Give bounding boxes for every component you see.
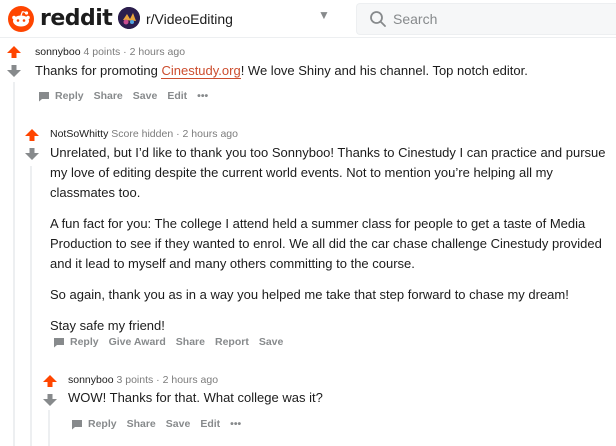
comment-body: Unrelated, but I’d like to thank you too… <box>50 143 610 347</box>
chevron-down-icon: ▼ <box>318 8 330 22</box>
search-input[interactable] <box>393 4 603 34</box>
comment-actions: Reply Share Save Edit ••• <box>71 418 251 430</box>
top-bar: reddit r/VideoEditing ▼ <box>0 0 616 38</box>
comment-body: Thanks for promoting Cinestudy.org! We l… <box>35 61 605 92</box>
meta-separator: · <box>176 128 180 140</box>
comment-meta: sonnyboo 4 points · 2 hours ago <box>35 46 185 58</box>
save-button[interactable]: Save <box>166 418 191 430</box>
reply-label: Reply <box>88 418 117 430</box>
search-bar <box>356 3 616 35</box>
comment-actions: Reply Give Award Share Report Save <box>53 336 293 348</box>
comment-author[interactable]: sonnyboo <box>35 46 81 58</box>
chat-bubble-icon <box>54 337 64 347</box>
reddit-logo-icon[interactable] <box>8 6 34 32</box>
comment-paragraph: Unrelated, but I’d like to thank you too… <box>50 145 606 200</box>
comment-text: WOW! Thanks for that. What college was i… <box>68 390 323 405</box>
reply-button[interactable]: Reply <box>53 336 99 348</box>
reddit-wordmark[interactable]: reddit <box>40 6 113 31</box>
thread-line[interactable] <box>30 166 32 446</box>
comment-score: 3 points <box>116 374 154 386</box>
subreddit-avatar <box>118 7 140 29</box>
more-options-button[interactable]: ••• <box>230 418 241 430</box>
meta-separator: · <box>156 374 160 386</box>
reply-label: Reply <box>70 336 99 348</box>
share-button[interactable]: Share <box>176 336 205 348</box>
comment-actions: Reply Share Save Edit ••• <box>38 90 218 102</box>
comment-paragraph: So again, thank you as in a way you help… <box>50 287 569 302</box>
subreddit-name: r/VideoEditing <box>146 11 233 27</box>
search-icon <box>370 11 386 27</box>
upvote-icon[interactable] <box>6 45 22 59</box>
edit-button[interactable]: Edit <box>167 90 187 102</box>
comment-time[interactable]: 2 hours ago <box>163 374 218 386</box>
comment-paragraph: A fun fact for you: The college I attend… <box>50 216 602 271</box>
edit-button[interactable]: Edit <box>200 418 220 430</box>
upvote-icon[interactable] <box>24 128 40 142</box>
give-award-button[interactable]: Give Award <box>109 336 166 348</box>
upvote-icon[interactable] <box>42 374 58 388</box>
chat-bubble-icon <box>39 91 49 101</box>
downvote-icon[interactable] <box>24 147 40 161</box>
downvote-icon[interactable] <box>42 393 58 407</box>
comment-text: ! We love Shiny and his channel. Top not… <box>240 63 528 78</box>
comment-author[interactable]: sonnyboo <box>68 374 114 386</box>
share-button[interactable]: Share <box>94 90 123 102</box>
comment-score: Score hidden <box>111 128 174 140</box>
comment-paragraph: Stay safe my friend! <box>50 318 165 333</box>
downvote-icon[interactable] <box>6 64 22 78</box>
chat-bubble-icon <box>72 419 82 429</box>
meta-separator: · <box>123 46 127 58</box>
comment-body: WOW! Thanks for that. What college was i… <box>68 388 608 419</box>
comment-score: 4 points <box>83 46 121 58</box>
reply-button[interactable]: Reply <box>71 418 117 430</box>
thread-line[interactable] <box>48 410 50 446</box>
share-button[interactable]: Share <box>127 418 156 430</box>
comment-time[interactable]: 2 hours ago <box>183 128 238 140</box>
comment-link[interactable]: Cinestudy.org <box>161 63 241 79</box>
report-button[interactable]: Report <box>215 336 249 348</box>
community-switcher[interactable]: r/VideoEditing ▼ <box>114 4 338 34</box>
comment-author[interactable]: NotSoWhitty <box>50 128 108 140</box>
comment-meta: sonnyboo 3 points · 2 hours ago <box>68 374 218 386</box>
comment-meta: NotSoWhitty Score hidden · 2 hours ago <box>50 128 238 140</box>
reply-label: Reply <box>55 90 84 102</box>
comment-time[interactable]: 2 hours ago <box>130 46 185 58</box>
save-button[interactable]: Save <box>133 90 158 102</box>
more-options-button[interactable]: ••• <box>197 90 208 102</box>
thread-line[interactable] <box>13 82 15 446</box>
reply-button[interactable]: Reply <box>38 90 84 102</box>
comment-text: Thanks for promoting <box>35 63 162 78</box>
save-button[interactable]: Save <box>259 336 284 348</box>
